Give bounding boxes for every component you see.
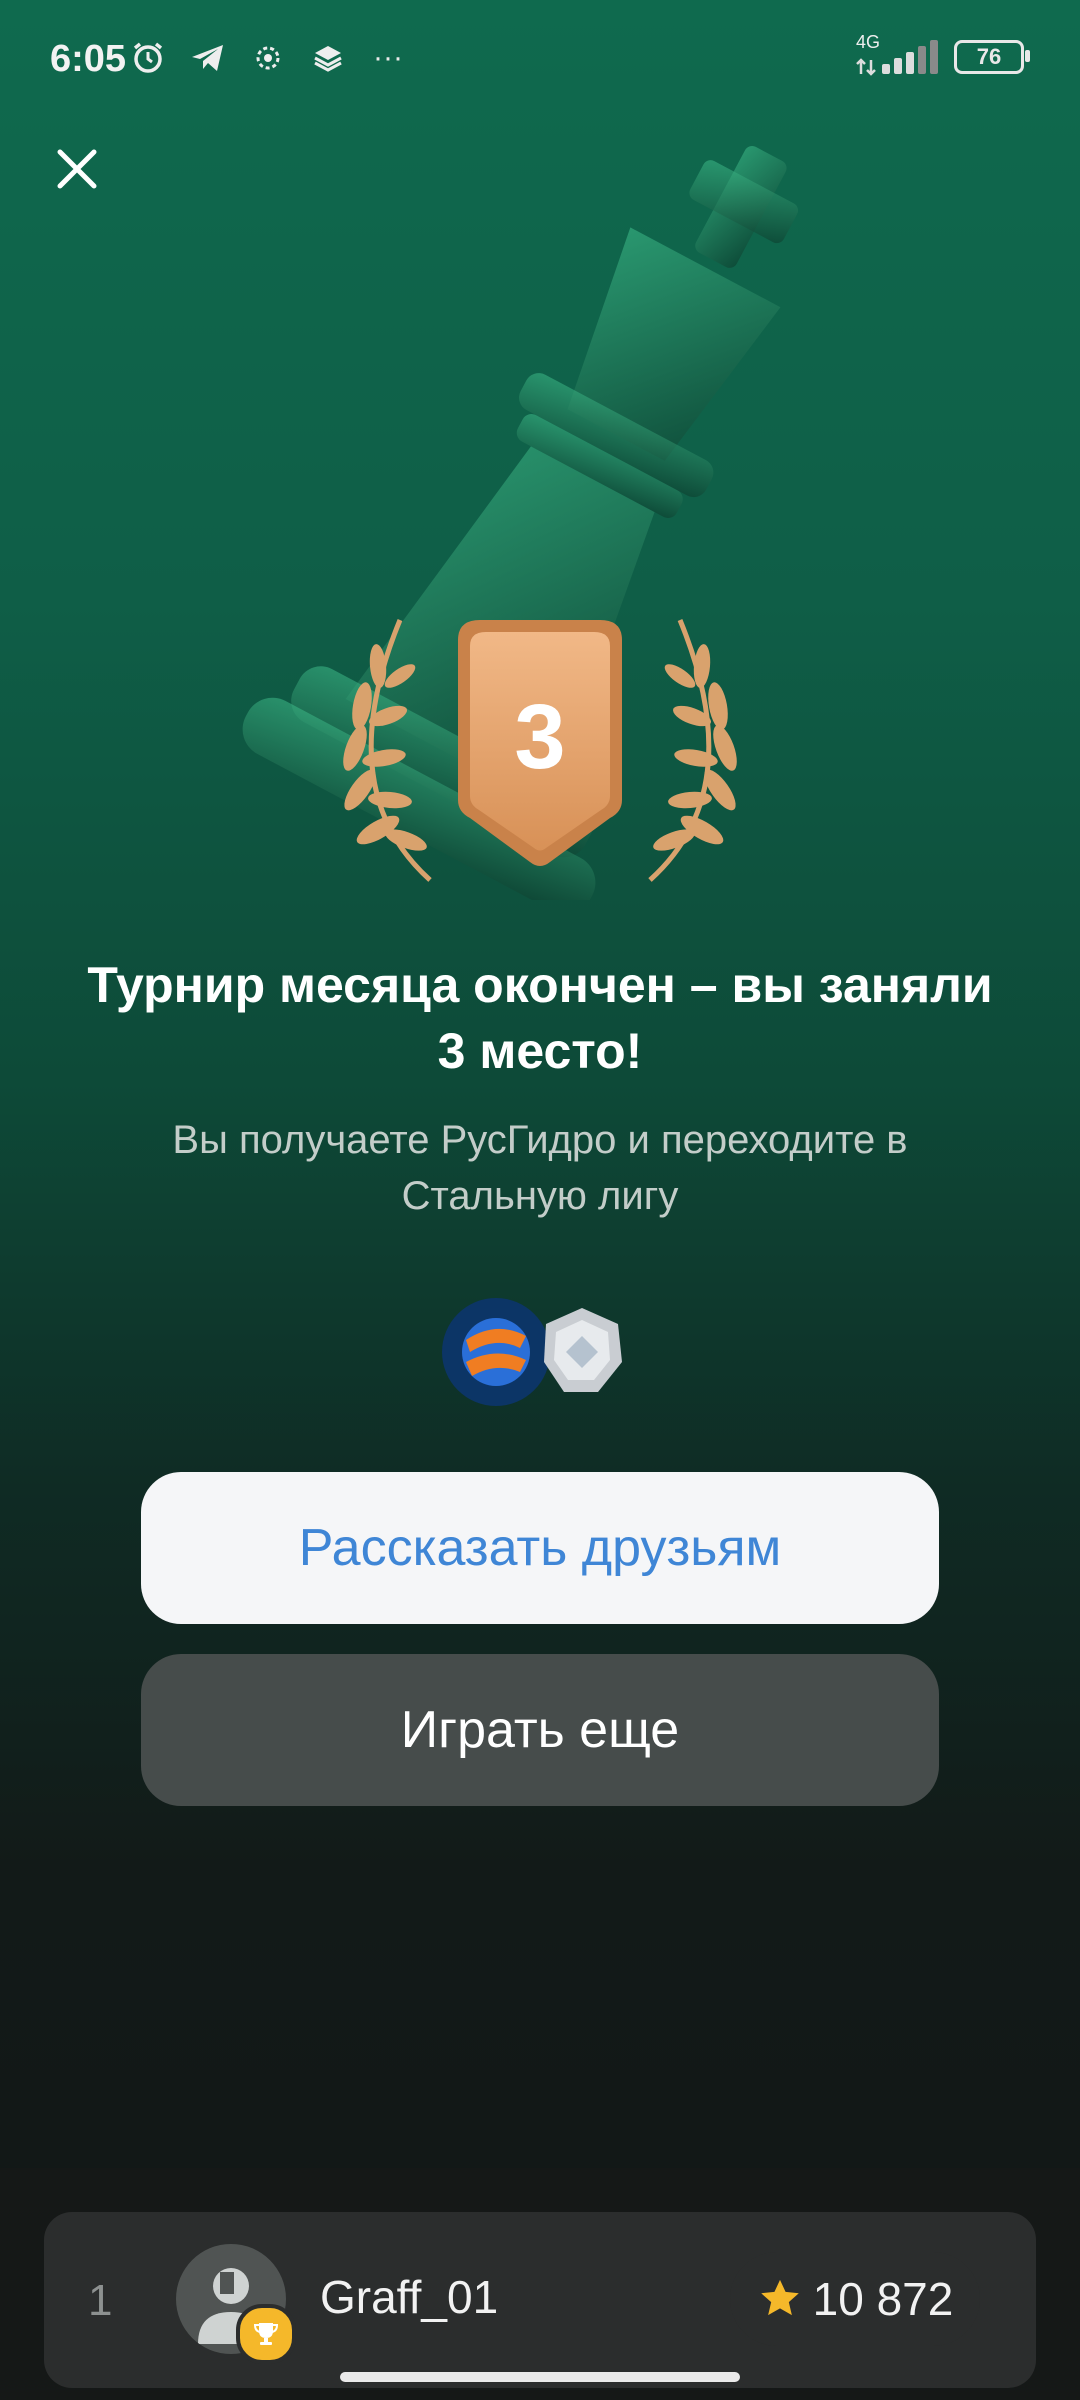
more-notifications-icon: ··· (373, 41, 403, 74)
laurel-wreath-icon: 3 (343, 619, 737, 882)
status-system-icons: 4G 76 (856, 32, 1030, 78)
result-subtitle: Вы получаете РусГидро и переходите в Ста… (172, 1118, 908, 1218)
status-time: 6:05 (50, 38, 127, 80)
result-title: Турнир месяца окончен – вы заняли 3 мест… (87, 957, 993, 1079)
close-icon (57, 149, 97, 189)
layers-icon (308, 38, 348, 78)
place-number: 3 (514, 686, 565, 788)
place-badge: 3 (320, 600, 760, 900)
play-again-button[interactable]: Играть еще (141, 1654, 939, 1806)
trophy-icon (253, 2323, 279, 2345)
share-with-friends-button[interactable]: Рассказать друзьям (141, 1472, 939, 1624)
alarm-icon (128, 38, 168, 78)
battery-icon: 76 (954, 40, 1030, 74)
home-indicator[interactable] (340, 2372, 740, 2382)
star-icon (760, 2279, 799, 2316)
status-notification-icons: ··· (128, 38, 408, 78)
battery-level: 76 (976, 44, 1002, 69)
network-type: 4G (856, 32, 881, 52)
telegram-icon (188, 38, 228, 78)
leaderboard-username: Graff_01 (320, 2271, 499, 2323)
score-pill: 10 872 (730, 2252, 980, 2346)
leaderboard-rank: 1 (88, 2276, 113, 2325)
trophy-badge (236, 2304, 296, 2364)
close-button[interactable] (52, 144, 102, 194)
steel-league-icon (544, 1308, 622, 1392)
rushydro-icon (442, 1298, 550, 1406)
status-bar: 6:05 ··· 4G 76 (0, 0, 1080, 120)
app-notification-icon (248, 38, 288, 78)
leaderboard-score: 10 872 (812, 2273, 954, 2325)
signal-icon: 4G (856, 32, 938, 78)
reward-icons (440, 1296, 640, 1406)
